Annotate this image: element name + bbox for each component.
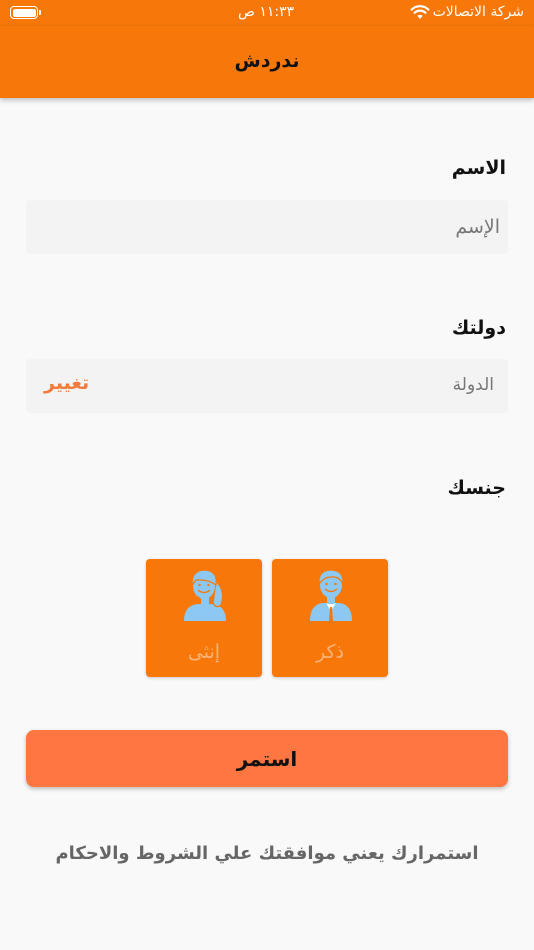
battery-cap (39, 10, 41, 15)
name-label: الاسم (451, 157, 506, 179)
wifi-icon (410, 5, 430, 19)
gender-option-female[interactable]: إنثى (146, 559, 262, 677)
carrier-name: شركة الاتصالات (432, 4, 524, 20)
gender-option-male[interactable]: ذكر (272, 559, 388, 677)
gender-option-label: إنثى (187, 641, 221, 663)
page-title: ندردش (234, 50, 300, 72)
continue-button[interactable]: استمر (26, 730, 508, 787)
battery-icon (10, 6, 38, 19)
name-field (26, 200, 508, 254)
change-country-button[interactable]: تغيير (44, 372, 89, 394)
male-avatar-icon (310, 569, 352, 621)
gender-option-label: ذكر (316, 641, 344, 663)
country-placeholder: الدولة (452, 375, 494, 395)
clock: ١١:٣٣ ص (238, 4, 295, 20)
battery-level (12, 8, 36, 17)
terms-text[interactable]: استمرارك يعني موافقتك علي الشروط والاحكا… (0, 843, 534, 864)
country-field[interactable]: الدولة تغيير (26, 359, 508, 413)
status-bar: شركة الاتصالات ١١:٣٣ ص (0, 0, 534, 26)
app-header: ندردش (0, 26, 534, 98)
gender-label: جنسك (447, 477, 506, 499)
female-avatar-icon (184, 569, 226, 621)
country-label: دولتك (451, 317, 506, 339)
name-input[interactable] (26, 200, 508, 254)
